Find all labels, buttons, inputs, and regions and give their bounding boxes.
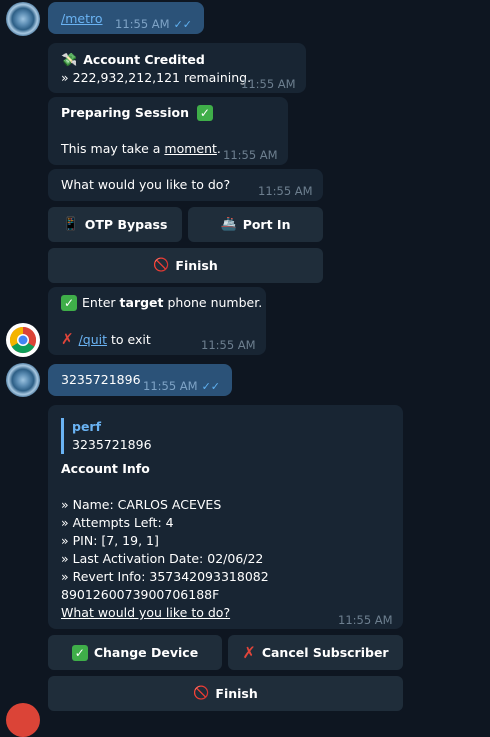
info-line: » Last Activation Date: 02/06/22 <box>61 551 264 566</box>
command-link[interactable]: /metro <box>61 10 103 28</box>
message-title-row: 💸 Account Credited <box>61 51 205 70</box>
chrome-logo-icon[interactable] <box>6 323 40 357</box>
user-avatar[interactable] <box>6 2 40 36</box>
message-line: This may take a moment. <box>61 141 221 156</box>
prohibited-icon: 🚫 <box>153 258 170 273</box>
prohibited-icon: 🚫 <box>193 686 210 701</box>
message-time: 11:55 AM <box>338 613 393 627</box>
outgoing-message: 3235721896 11:55 AM ✓✓ <box>48 364 232 396</box>
user-avatar[interactable] <box>6 363 40 397</box>
incoming-message: ✓ Enter target phone number. ✗/quit to ex… <box>48 287 266 355</box>
incoming-message: perf 3235721896 Account Info » Name: CAR… <box>48 405 403 629</box>
cancel-subscriber-button[interactable]: ✗ Cancel Subscriber <box>228 635 403 670</box>
incoming-message: What would you like to do? 11:55 AM <box>48 169 323 201</box>
message-time: 11:55 AM <box>241 77 296 91</box>
message-title: Account Credited <box>83 52 205 67</box>
info-line: » Revert Info: 357342093318082 890126007… <box>61 569 269 602</box>
quit-link[interactable]: /quit <box>79 332 107 347</box>
money-wings-icon: 💸 <box>61 53 78 68</box>
button-label: Port In <box>242 217 291 232</box>
check-mark-icon: ✓ <box>71 644 88 661</box>
incoming-message: Preparing Session ✓ This may take a mome… <box>48 97 288 165</box>
finish-button[interactable]: 🚫 Finish <box>48 676 403 711</box>
incoming-message: 💸 Account Credited » 222,932,212,121 rema… <box>48 43 306 93</box>
chrome-logo-icon[interactable] <box>6 703 40 737</box>
message-time: 11:55 AM ✓✓ <box>115 17 193 31</box>
button-label: Change Device <box>93 645 199 660</box>
port-in-button[interactable]: 🚢 Port In <box>188 207 323 242</box>
account-info-list: » Name: CARLOS ACEVES » Attempts Left: 4… <box>61 496 403 604</box>
info-line: » Attempts Left: 4 <box>61 515 174 530</box>
button-label: Finish <box>175 258 218 273</box>
check-mark-icon: ✓ <box>61 295 77 311</box>
button-label: OTP Bypass <box>84 217 168 232</box>
ship-icon: 🚢 <box>220 217 237 232</box>
message-title: Preparing Session <box>61 105 189 120</box>
message-time: 11:55 AM <box>201 338 256 352</box>
double-check-icon: ✓✓ <box>201 380 221 393</box>
message-line: ✗/quit to exit <box>61 330 151 348</box>
reply-quote[interactable]: perf 3235721896 <box>61 418 152 454</box>
finish-button[interactable]: 🚫 Finish <box>48 248 323 283</box>
button-label: Cancel Subscriber <box>261 645 389 660</box>
cross-mark-icon: ✗ <box>61 330 74 348</box>
message-title-row: Preparing Session ✓ <box>61 104 213 122</box>
otp-bypass-button[interactable]: 📱 OTP Bypass <box>48 207 182 242</box>
info-line: » PIN: [7, 19, 1] <box>61 533 159 548</box>
message-line: » 222,932,212,121 remaining. <box>61 70 252 85</box>
message-line: ✓ Enter target phone number. <box>61 294 262 312</box>
message-time: 11:55 AM <box>258 184 313 198</box>
footer-link[interactable]: What would you like to do? <box>61 604 230 622</box>
outgoing-message: /metro 11:55 AM ✓✓ <box>48 2 204 34</box>
account-info-heading: Account Info <box>61 461 150 476</box>
change-device-button[interactable]: ✓ Change Device <box>48 635 222 670</box>
cross-mark-icon: ✗ <box>242 643 256 662</box>
button-label: Finish <box>215 686 258 701</box>
quote-author: perf <box>72 419 102 434</box>
mobile-phone-icon: 📱 <box>62 217 79 232</box>
message-text: 3235721896 <box>61 372 141 387</box>
moment-link[interactable]: moment <box>164 141 217 156</box>
check-mark-icon: ✓ <box>196 105 213 121</box>
info-line: » Name: CARLOS ACEVES <box>61 497 222 512</box>
message-time: 11:55 AM ✓✓ <box>143 379 221 393</box>
quote-text: 3235721896 <box>72 437 152 452</box>
double-check-icon: ✓✓ <box>173 18 193 31</box>
message-text: What would you like to do? <box>61 177 231 192</box>
message-time: 11:55 AM <box>223 148 278 162</box>
